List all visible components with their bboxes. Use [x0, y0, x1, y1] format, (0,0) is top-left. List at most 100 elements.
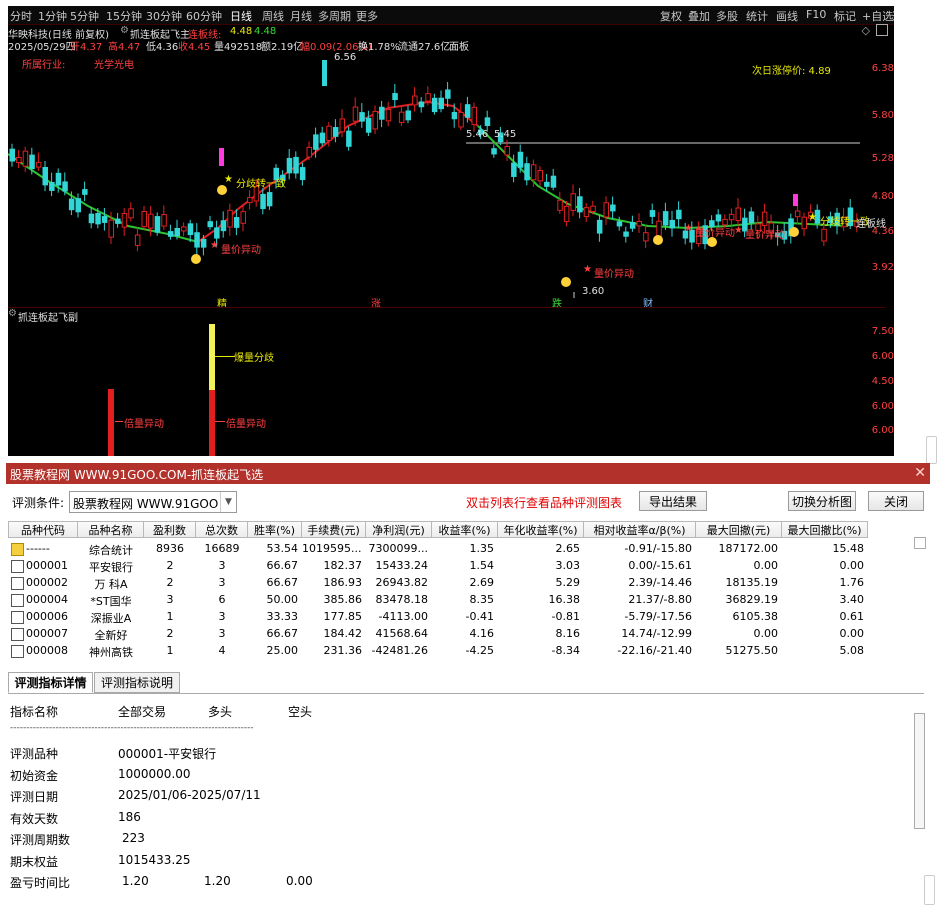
toolbar-button[interactable]: 标记 — [834, 8, 856, 24]
tab-explain[interactable]: 评测指标说明 — [94, 672, 180, 693]
close-button[interactable]: 关闭 — [868, 491, 924, 511]
resize-handle[interactable] — [924, 875, 935, 905]
candle — [385, 101, 392, 127]
tab-detail[interactable]: 评测指标详情 — [8, 672, 93, 693]
period-tab[interactable]: 多周期 — [318, 8, 351, 24]
period-tab[interactable]: 60分钟 — [186, 8, 222, 24]
kline-chart-window[interactable]: 分时 1分钟 5分钟 15分钟 30分钟 60分钟 日线 周线 月线 多周期 更多 复权 叠加 多股 统计画… — [8, 6, 894, 456]
liangjia-label: 量价异动 — [695, 228, 735, 239]
table-row[interactable]: 000001 平安银行 2 3 66.67 182.37 15433.24 1.54 3.03 0… — [8, 558, 908, 575]
chevron-down-icon[interactable]: ▼ — [220, 492, 236, 512]
table-cell: 3 — [218, 576, 226, 589]
period-tab[interactable]: 30分钟 — [146, 8, 182, 24]
column-header[interactable]: 收益率(%) — [432, 521, 498, 538]
candle — [306, 141, 312, 161]
toolbar-button[interactable]: 多股 — [716, 8, 738, 24]
toolbar-button[interactable]: 复权 — [660, 8, 682, 24]
column-header[interactable]: 总次数 — [196, 521, 248, 538]
period-tab[interactable]: 日线 — [230, 8, 252, 24]
table-scroll-box[interactable] — [914, 537, 926, 549]
column-header[interactable]: 净利润(元) — [366, 521, 432, 538]
candle — [623, 226, 629, 243]
star-icon: ★ — [808, 212, 817, 223]
column-header[interactable]: 品种代码 — [8, 521, 78, 538]
column-header[interactable]: 最大回撤(元) — [696, 521, 782, 538]
condition-select[interactable]: 股票教程网 WWW.91GOO.C ▼ — [69, 491, 237, 513]
side-scroll-handle[interactable] — [926, 436, 937, 464]
table-cell: 000001 — [26, 559, 68, 572]
candlestick-plot[interactable] — [8, 46, 860, 314]
liangjia-label: 量价异动 — [745, 230, 785, 241]
table-cell: 4 — [218, 644, 226, 657]
document-icon — [11, 560, 24, 573]
period-tab[interactable]: 更多 — [356, 8, 378, 24]
candle — [616, 216, 623, 231]
candle — [161, 205, 167, 230]
table-cell: 3.40 — [839, 593, 865, 606]
table-row[interactable]: 000007 全新好 2 3 66.67 184.42 41568.64 4.16 8.16 14… — [8, 626, 908, 643]
table-cell: 0.00 — [753, 559, 779, 572]
table-cell: 3.03 — [555, 559, 581, 572]
toolbar-button[interactable]: F10 — [806, 8, 826, 21]
candle — [438, 90, 444, 113]
period-tab[interactable]: 月线 — [290, 8, 312, 24]
period-tab[interactable]: 周线 — [262, 8, 284, 24]
table-cell: 41568.64 — [375, 627, 429, 640]
detail-key: 初始资金 — [10, 768, 59, 783]
column-header[interactable]: 相对收益率α/β(%) — [584, 521, 696, 538]
star-icon: ★ — [684, 223, 693, 234]
toolbar-button[interactable]: 返回 — [892, 8, 894, 24]
detail-head-all: 全部交易 — [118, 705, 167, 719]
candle — [610, 196, 616, 220]
sub-label-3: 倍量异动 — [226, 419, 266, 430]
column-header[interactable]: 胜率(%) — [248, 521, 302, 538]
maximize-icon[interactable] — [876, 24, 888, 36]
resist-label-1: 5.46 — [466, 129, 489, 140]
table-cell: 50.00 — [266, 593, 299, 606]
table-cell: 2.65 — [555, 542, 581, 555]
period-tab[interactable]: 1分钟 — [38, 8, 67, 24]
table-cell: -0.81 — [551, 610, 580, 623]
candle — [596, 214, 603, 242]
diamond-icon[interactable]: ◇ — [862, 24, 870, 37]
toolbar-button[interactable]: 统计 — [746, 8, 768, 24]
lb-sep: : — [248, 26, 252, 37]
period-tab[interactable]: 5分钟 — [70, 8, 99, 24]
table-row[interactable]: 000002 万 科A 2 3 66.67 186.93 26943.82 2.69 5.29 2… — [8, 575, 908, 592]
settings-gear-icon[interactable]: ⚙ — [120, 25, 129, 36]
toolbar-button[interactable]: +自选 — [862, 8, 893, 24]
toolbar-button[interactable]: 叠加 — [688, 8, 710, 24]
table-row[interactable]: 000008 神州高铁 1 4 25.00 231.36 -42481.26 -4.25 -8.… — [8, 643, 908, 660]
candle — [101, 207, 108, 231]
result-table-header: 品种代码 品种名称 盈利数 总次数 胜率(%) 手续费(元) 净利润(元) 收益率(%) 年化收… — [8, 521, 908, 539]
toolbar-button[interactable]: 画线 — [776, 8, 798, 24]
table-row[interactable]: ------ 综合统计 8936 16689 53.54 1019595.... 73000… — [8, 541, 908, 558]
table-row[interactable]: 000006 深振业A 1 3 33.33 177.85 -4113.00 -0.41 -0.8… — [8, 609, 908, 626]
detail-head-name: 指标名称 — [10, 705, 59, 719]
export-button[interactable]: 导出结果 — [639, 491, 707, 511]
close-icon[interactable]: ✕ — [914, 465, 926, 481]
candle — [392, 84, 398, 108]
table-cell: 177.85 — [323, 610, 363, 623]
period-tab[interactable]: 15分钟 — [106, 8, 142, 24]
candle — [49, 172, 55, 197]
detail-scrollbar[interactable] — [914, 713, 925, 829]
sub-gear-icon[interactable]: ⚙ — [8, 308, 17, 319]
period-tab[interactable]: 分时 — [10, 8, 32, 24]
column-header[interactable]: 品种名称 — [78, 521, 144, 538]
dialog-title-bar[interactable]: 股票教程网 WWW.91GOO.COM-抓连板起飞选 ✕ — [6, 463, 930, 484]
pane-divider[interactable] — [8, 307, 886, 308]
column-header[interactable]: 最大回撤比(%) — [782, 521, 868, 538]
table-cell: 2 — [166, 627, 174, 640]
table-row[interactable]: 000004 *ST国华 3 6 50.00 385.86 83478.18 8.35 16.3… — [8, 592, 908, 609]
candle — [550, 168, 557, 191]
table-cell: 16689 — [204, 542, 240, 555]
table-cell: 8.35 — [469, 593, 495, 606]
liangjia-label: 量价异动 — [221, 245, 261, 256]
column-header[interactable]: 盈利数 — [144, 521, 196, 538]
candle — [801, 212, 807, 237]
column-header[interactable]: 手续费(元) — [302, 521, 366, 538]
column-header[interactable]: 年化收益率(%) — [498, 521, 584, 538]
switch-chart-button[interactable]: 切换分析图 — [788, 491, 856, 511]
table-cell: 184.42 — [323, 627, 363, 640]
